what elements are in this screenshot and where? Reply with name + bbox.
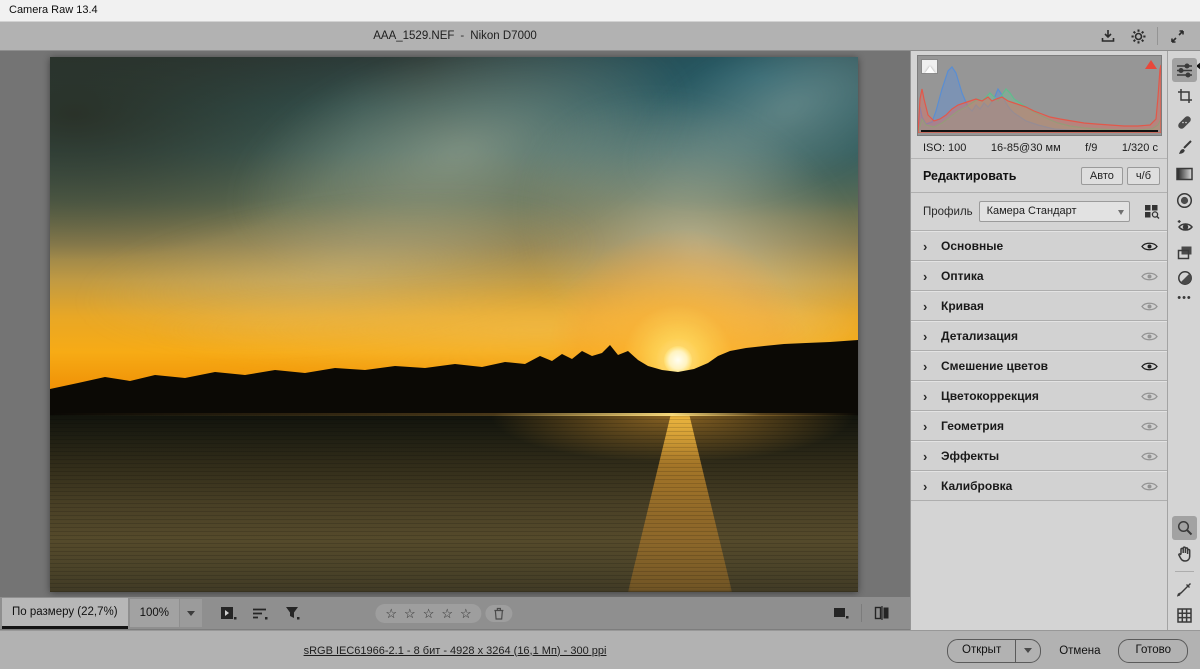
section-osnovnye[interactable]: › Основные <box>911 231 1168 261</box>
star-rating: ☆ ☆ ☆ ☆ ☆ <box>375 603 513 623</box>
top-toolbar: AAA_1529.NEF - Nikon D7000 <box>0 22 1200 51</box>
edit-side-panel: ISO: 100 16-85@30 мм f/9 1/320 с Редакти… <box>910 50 1168 630</box>
fullscreen-icon[interactable] <box>1162 25 1192 47</box>
filter-icon[interactable] <box>282 603 302 623</box>
before-after-view-icon[interactable] <box>872 603 892 623</box>
section-effekty[interactable]: › Эффекты <box>911 441 1168 471</box>
more-dots[interactable]: ••• <box>1168 292 1200 304</box>
chevron-right-icon: › <box>923 268 928 284</box>
fit-to-size-button[interactable]: По размеру (22,7%) <box>2 597 128 629</box>
edit-sections: › Основные › Оптика › Кривая › Детализац… <box>911 231 1168 501</box>
healing-tool[interactable] <box>1172 110 1197 134</box>
eye-icon[interactable] <box>1141 271 1158 282</box>
window-title-bar: Camera Raw 13.4 <box>0 0 1200 22</box>
eye-icon[interactable] <box>1141 301 1158 312</box>
gear-icon[interactable] <box>1123 25 1153 47</box>
open-button[interactable]: Открыт <box>948 640 1015 662</box>
open-button-group: Открыт <box>947 638 1042 663</box>
footer-bar: sRGB IEC61966-2.1 - 8 бит - 4928 x 3264 … <box>0 630 1200 669</box>
star-icon[interactable]: ☆ <box>385 606 397 621</box>
mountain-silhouette <box>50 340 858 417</box>
done-button[interactable]: Готово <box>1118 638 1188 663</box>
chevron-right-icon: › <box>923 418 928 434</box>
filename-separator: - <box>460 30 465 42</box>
eye-icon[interactable] <box>1141 421 1158 432</box>
photo-preview[interactable] <box>50 57 858 592</box>
profile-browser-icon[interactable] <box>1144 204 1160 219</box>
lens-value: 16-85@30 мм <box>990 141 1061 154</box>
histogram[interactable] <box>917 55 1162 136</box>
chevron-right-icon: › <box>923 238 928 254</box>
eye-icon[interactable] <box>1141 361 1158 372</box>
cancel-button[interactable]: Отмена <box>1059 645 1100 657</box>
section-kalibrovka[interactable]: › Калибровка <box>911 471 1168 501</box>
graduated-filter-tool[interactable] <box>1172 162 1197 186</box>
eye-icon[interactable] <box>1141 481 1158 492</box>
star-icon[interactable]: ☆ <box>423 606 435 621</box>
eye-icon[interactable] <box>1141 331 1158 342</box>
zoom-level-dropdown[interactable] <box>180 599 202 627</box>
window-title: Camera Raw 13.4 <box>9 4 98 16</box>
section-smeshenie-cvetov[interactable]: › Смешение цветов <box>911 351 1168 381</box>
tool-column: ••• <box>1167 50 1200 630</box>
highlight-clipping-indicator[interactable] <box>1145 60 1157 69</box>
exif-info-row: ISO: 100 16-85@30 мм f/9 1/320 с <box>911 136 1168 159</box>
camera-raw-window: Camera Raw 13.4 AAA_1529.NEF - Nikon D7000 <box>0 0 1200 669</box>
preview-mode-icon[interactable] <box>831 603 851 623</box>
edit-header-row: Редактировать Авто ч/б <box>911 159 1168 193</box>
filmstrip-toggle-icon[interactable] <box>218 603 238 623</box>
more-settings-tool[interactable] <box>1172 266 1197 290</box>
brush-tool[interactable] <box>1172 136 1197 160</box>
toolbar-divider <box>1157 27 1158 45</box>
star-icon[interactable]: ☆ <box>460 606 472 621</box>
radial-filter-tool[interactable] <box>1172 188 1197 212</box>
shutter-value: 1/320 с <box>1121 141 1158 154</box>
hand-tool[interactable] <box>1172 542 1197 566</box>
star-icon[interactable]: ☆ <box>441 606 453 621</box>
chevron-right-icon: › <box>923 328 928 344</box>
file-info-header: AAA_1529.NEF - Nikon D7000 <box>0 22 910 50</box>
star-icon[interactable]: ☆ <box>404 606 416 621</box>
profile-row: Профиль Камера Стандарт <box>911 193 1168 231</box>
image-canvas[interactable] <box>0 50 910 597</box>
section-detalizaciya[interactable]: › Детализация <box>911 321 1168 351</box>
section-cvetokorrekciya[interactable]: › Цветокоррекция <box>911 381 1168 411</box>
aperture-value: f/9 <box>1085 141 1098 154</box>
zoom-tool[interactable] <box>1172 516 1197 540</box>
sort-order-icon[interactable] <box>250 603 270 623</box>
eye-icon[interactable] <box>1141 451 1158 462</box>
chevron-right-icon: › <box>923 358 928 374</box>
chevron-right-icon: › <box>923 478 928 494</box>
chevron-right-icon: › <box>923 298 928 314</box>
chevron-right-icon: › <box>923 388 928 404</box>
iso-value: ISO: 100 <box>923 141 967 154</box>
photo-sea <box>50 415 858 592</box>
zoom-status-strip: По размеру (22,7%) 100% ☆ ☆ ☆ ☆ ☆ <box>0 597 910 630</box>
camera-model: Nikon D7000 <box>470 30 537 42</box>
zoom-100-button[interactable]: 100% <box>129 599 179 627</box>
white-balance-sampler-icon[interactable] <box>1172 577 1197 601</box>
filename: AAA_1529.NEF <box>373 30 455 42</box>
color-space-info-link[interactable]: sRGB IEC61966-2.1 - 8 бит - 4928 x 3264 … <box>304 645 607 657</box>
profile-select[interactable]: Камера Стандарт <box>978 201 1130 222</box>
section-optika[interactable]: › Оптика <box>911 261 1168 291</box>
shadow-clipping-indicator[interactable] <box>921 59 938 74</box>
presets-tool[interactable] <box>1172 240 1197 264</box>
open-options-dropdown[interactable] <box>1015 639 1040 662</box>
bw-button[interactable]: ч/б <box>1126 167 1160 185</box>
edit-tool[interactable] <box>1172 58 1197 82</box>
profile-label: Профиль <box>923 205 973 218</box>
crop-tool[interactable] <box>1172 84 1197 108</box>
save-icon[interactable] <box>1093 25 1123 47</box>
edit-panel-title: Редактировать <box>923 169 1017 183</box>
section-krivaya[interactable]: › Кривая <box>911 291 1168 321</box>
grid-view-icon[interactable] <box>1172 603 1197 627</box>
eye-icon[interactable] <box>1141 391 1158 402</box>
red-eye-tool[interactable] <box>1172 214 1197 238</box>
auto-button[interactable]: Авто <box>1080 167 1123 185</box>
trash-icon[interactable] <box>485 604 513 622</box>
eye-icon[interactable] <box>1141 241 1158 252</box>
section-geometriya[interactable]: › Геометрия <box>911 411 1168 441</box>
chevron-right-icon: › <box>923 448 928 464</box>
